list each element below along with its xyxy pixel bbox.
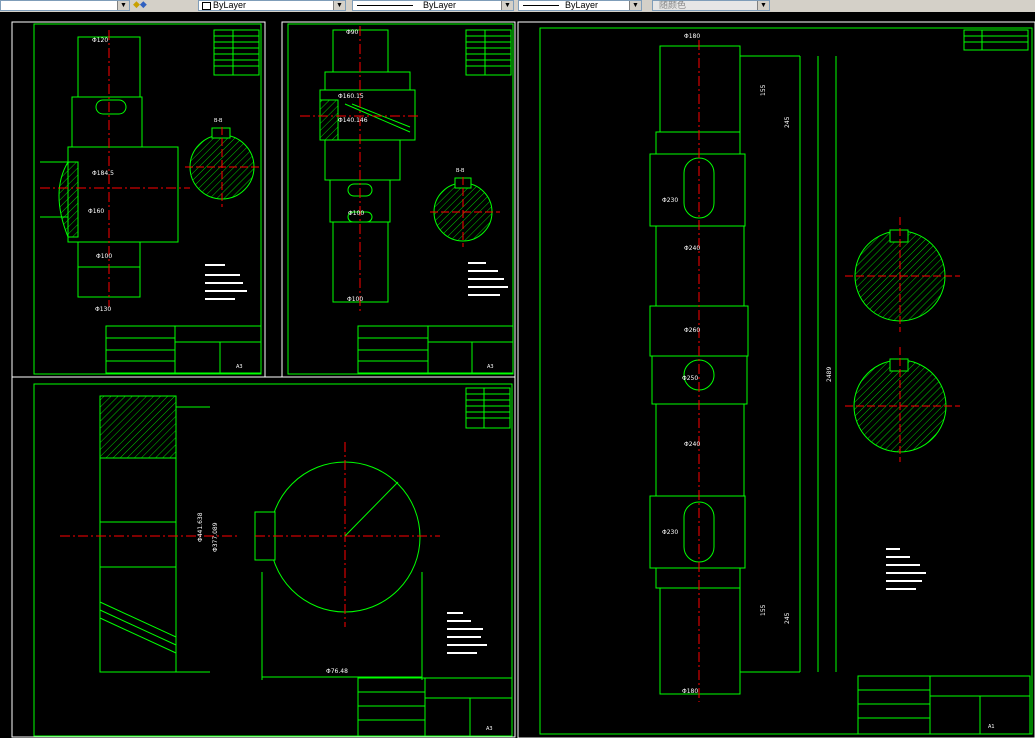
linetype-preview-icon	[357, 5, 413, 6]
dim-text: Φ100	[347, 296, 363, 303]
dim-text: 245	[784, 612, 791, 624]
dim-text: Φ240	[684, 245, 700, 252]
lineweight-label: ByLayer	[565, 0, 599, 10]
lineweight-preview-icon	[523, 5, 559, 6]
dim-text: Φ180	[684, 33, 700, 40]
dim-text: Φ120	[92, 37, 108, 44]
linetype-dropdown[interactable]: ByLayer ▼	[352, 0, 514, 11]
color-label: ByLayer	[213, 0, 247, 10]
chevron-down-icon[interactable]: ▼	[333, 1, 345, 10]
chevron-down-icon[interactable]: ▼	[501, 1, 513, 10]
layer-dropdown[interactable]: ▼	[0, 0, 130, 11]
color-dropdown[interactable]: ByLayer ▼	[198, 0, 346, 11]
dim-text: Φ250	[682, 375, 698, 382]
linetype-label: ByLayer	[423, 0, 457, 10]
dim-text: Φ76.48	[326, 668, 348, 675]
dim-text: 155	[760, 604, 767, 616]
chevron-down-icon[interactable]: ▼	[629, 1, 641, 10]
dim-text: Φ90	[346, 29, 359, 36]
plotstyle-dropdown[interactable]: 随颜色 ▼	[652, 0, 770, 11]
dim-text: Φ160	[88, 208, 104, 215]
dim-text: Φ441.638	[197, 512, 204, 542]
color-swatch-icon	[202, 2, 211, 10]
dim-text: Φ100	[348, 210, 364, 217]
paper-size-label: A3	[486, 726, 493, 732]
section-label: B-B	[456, 168, 465, 174]
paper-size-label: A1	[988, 724, 995, 730]
dim-text: Φ240	[684, 441, 700, 448]
dim-text: Φ230	[662, 529, 678, 536]
chevron-down-icon[interactable]: ▼	[117, 1, 129, 10]
dim-text: Φ377.089	[212, 522, 219, 552]
dim-text: Φ100	[96, 253, 112, 260]
layer-states-icon[interactable]: ◆◆	[133, 0, 155, 11]
plotstyle-label: 随颜色	[659, 0, 687, 10]
drawing-canvas[interactable]: Φ120 Φ184.5 Φ160 Φ100 Φ130 B-B A3 Φ90 Φ1…	[0, 12, 1035, 738]
dim-text: Φ230	[662, 197, 678, 204]
dim-text: Φ130	[95, 306, 111, 313]
dim-text: Φ260	[684, 327, 700, 334]
paper-size-label: A3	[236, 364, 243, 370]
section-label: B-B	[214, 118, 223, 124]
dim-text: Φ160.15	[338, 93, 364, 100]
lineweight-dropdown[interactable]: ByLayer ▼	[518, 0, 642, 11]
paper-size-label: A3	[487, 364, 494, 370]
dim-text: Φ180	[682, 688, 698, 695]
dim-text: Φ184.5	[92, 170, 114, 177]
dim-text: 155	[760, 84, 767, 96]
chevron-down-icon[interactable]: ▼	[757, 1, 769, 10]
dim-text: 2489	[826, 367, 833, 382]
dim-text: 245	[784, 116, 791, 128]
dim-text: Φ140.146	[338, 117, 368, 124]
